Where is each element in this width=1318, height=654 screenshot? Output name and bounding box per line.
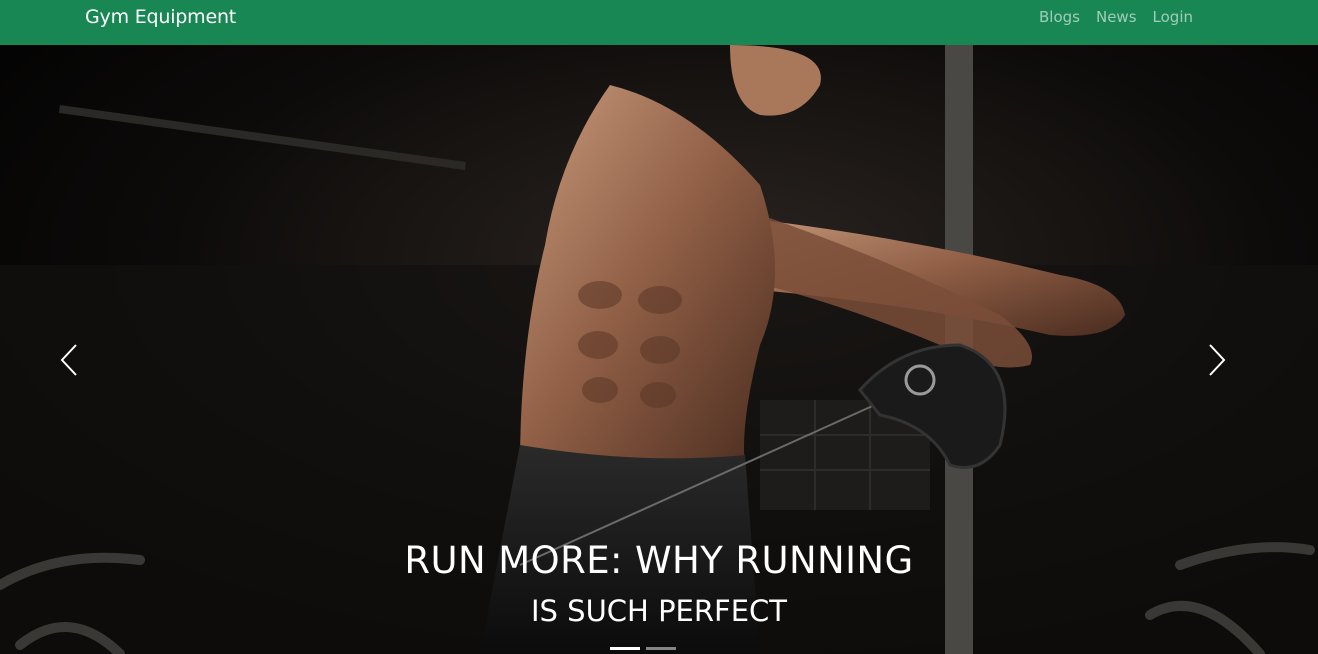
- carousel-indicators: [610, 647, 676, 650]
- navbar: Gym Equipment Blogs News Login: [0, 0, 1318, 45]
- nav-link-news[interactable]: News: [1096, 8, 1137, 26]
- hero-carousel: RUN MORE: WHY RUNNING IS SUCH PERFECT: [0, 45, 1318, 654]
- nav-link-login[interactable]: Login: [1153, 8, 1193, 26]
- nav-links: Blogs News Login: [1039, 8, 1193, 26]
- brand-link[interactable]: Gym Equipment: [85, 6, 236, 28]
- chevron-right-icon: [1209, 344, 1226, 376]
- carousel-next-button[interactable]: [1196, 335, 1236, 385]
- carousel-caption-subtitle: IS SUCH PERFECT: [530, 594, 787, 628]
- carousel-indicator-1[interactable]: [610, 647, 640, 650]
- carousel-caption-title: RUN MORE: WHY RUNNING: [404, 539, 914, 582]
- chevron-left-icon: [60, 344, 77, 376]
- carousel-indicator-2[interactable]: [646, 647, 676, 650]
- carousel-prev-button[interactable]: [50, 335, 90, 385]
- nav-link-blogs[interactable]: Blogs: [1039, 8, 1080, 26]
